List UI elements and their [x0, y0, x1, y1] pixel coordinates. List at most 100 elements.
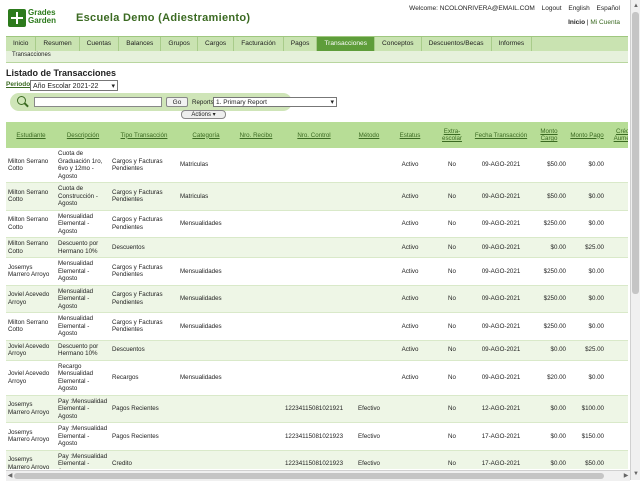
table-cell: $0.00 — [568, 257, 606, 286]
table-cell: Cargos y Facturas Pendientes — [110, 257, 178, 286]
table-cell — [234, 450, 278, 469]
table-cell: 17-AGO-2021 — [472, 450, 530, 469]
table-cell: Pay :Mensualidad Elemental - Agosto — [56, 450, 110, 469]
vertical-scroll-thumb[interactable] — [632, 12, 639, 294]
reports-select[interactable]: 1. Primary Report — [213, 97, 337, 107]
reports-label: Reports — [192, 99, 214, 106]
inicio-link[interactable]: Inicio — [568, 19, 585, 26]
actions-button[interactable]: Actions ▾ — [181, 110, 226, 119]
periodo-select[interactable]: Año Escolar 2021-22 — [30, 80, 118, 92]
horizontal-scroll-thumb[interactable] — [14, 473, 604, 479]
table-cell: Milton Serrano Cotto — [6, 182, 56, 211]
chevron-up-icon[interactable]: ▲ — [632, 2, 640, 10]
logout-link[interactable]: Logout — [542, 5, 562, 12]
table-cell: $50.00 — [530, 182, 568, 211]
chevron-left-icon[interactable]: ◀ — [6, 472, 14, 480]
table-cell: No — [432, 182, 472, 211]
table-row[interactable]: Milton Serrano Cotto Cuota de Graduación … — [6, 148, 628, 183]
table-cell — [278, 340, 350, 361]
column-header[interactable]: Monto Pago — [568, 122, 606, 148]
table-cell: $0.00 — [568, 210, 606, 238]
table-row[interactable]: Josemys Marrero Arroyo Mensualidad Elemen… — [6, 257, 628, 286]
table-row[interactable]: Milton Serrano Cotto Mensualidad Elementa… — [6, 210, 628, 238]
horizontal-scrollbar[interactable]: ◀ ▶ — [6, 470, 630, 481]
table-cell: Joviel Acevedo Arroyo — [6, 360, 56, 396]
table-cell — [234, 312, 278, 341]
column-header[interactable]: Método — [350, 122, 388, 148]
tab-transacciones[interactable]: Transacciones — [317, 37, 376, 51]
english-link[interactable]: English — [568, 5, 589, 12]
table-cell — [278, 237, 350, 258]
table-cell: Activo — [388, 182, 432, 211]
table-cell: Efectivo — [350, 395, 388, 423]
column-header[interactable]: Nro. Control — [278, 122, 350, 148]
column-header[interactable]: Descripción — [56, 122, 110, 148]
table-header-row: Estudiante Descripción Tipo Transacción Cat… — [6, 122, 628, 148]
table-cell: Cargos y Facturas Pendientes — [110, 148, 178, 183]
tab-resumen[interactable]: Resumen — [36, 37, 80, 51]
table-cell: $0 — [606, 148, 628, 183]
table-cell: $0.00 — [530, 340, 568, 361]
table-cell: Credito — [110, 450, 178, 469]
table-row[interactable]: Milton Serrano Cotto Cuota de Construcció… — [6, 182, 628, 211]
transactions-table: Estudiante Descripción Tipo Transacción Cat… — [6, 122, 628, 469]
table-cell — [278, 182, 350, 211]
table-row[interactable]: Josemys Marrero Arroyo Pay :Mensualidad E… — [6, 422, 628, 451]
table-cell: No — [432, 340, 472, 361]
column-header[interactable]: Fecha Transacción — [472, 122, 530, 148]
chevron-right-icon[interactable]: ▶ — [622, 472, 630, 480]
tab-conceptos[interactable]: Conceptos — [375, 37, 422, 51]
chevron-down-icon[interactable]: ▼ — [632, 470, 640, 478]
tab-cuentas[interactable]: Cuentas — [80, 37, 120, 51]
tab-descuentos-becas[interactable]: Descuentos/Becas — [422, 37, 492, 51]
column-header[interactable]: Tipo Transacción — [110, 122, 178, 148]
tab-balances[interactable]: Balances — [119, 37, 162, 51]
go-button[interactable]: Go — [166, 97, 188, 107]
table-cell: Efectivo — [350, 422, 388, 451]
table-row[interactable]: Josemys Marrero Arroyo Pay :Mensualidad E… — [6, 450, 628, 469]
table-cell: $0 — [606, 340, 628, 361]
tab-facturaci-n[interactable]: Facturación — [234, 37, 284, 51]
search-icon[interactable] — [17, 96, 26, 105]
table-cell: 09-AGO-2021 — [472, 257, 530, 286]
column-header[interactable]: Crédito Aumento — [606, 122, 628, 148]
column-header[interactable]: Monto Cargo — [530, 122, 568, 148]
tab-inicio[interactable]: Inicio — [6, 37, 37, 51]
table-cell: Cargos y Facturas Pendientes — [110, 182, 178, 211]
table-cell: $0.00 — [568, 360, 606, 396]
tab-pagos[interactable]: Pagos — [284, 37, 318, 51]
table-row[interactable]: Joviel Acevedo Arroyo Recargo Mensualidad… — [6, 360, 628, 396]
table-cell: $0 — [606, 182, 628, 211]
table-cell: 09-AGO-2021 — [472, 360, 530, 396]
subnav-item-transacciones[interactable]: Transacciones — [12, 52, 51, 58]
table-cell: Milton Serrano Cotto — [6, 148, 56, 183]
column-header[interactable]: Estudiante — [6, 122, 56, 148]
column-header[interactable]: Categoría — [178, 122, 234, 148]
tab-grupos[interactable]: Grupos — [161, 37, 198, 51]
table-row[interactable]: Milton Serrano Cotto Mensualidad Elementa… — [6, 312, 628, 341]
search-input[interactable] — [34, 97, 162, 107]
table-cell — [234, 360, 278, 396]
table-row[interactable]: Joviel Acevedo Arroyo Descuento por Herma… — [6, 340, 628, 361]
table-cell: $0.00 — [530, 422, 568, 451]
table-row[interactable]: Milton Serrano Cotto Descuento por Herman… — [6, 237, 628, 258]
table-row[interactable]: Joviel Acevedo Arroyo Mensualidad Element… — [6, 285, 628, 313]
column-header[interactable]: Nro. Recibo — [234, 122, 278, 148]
column-header[interactable]: Extra-escolar — [432, 122, 472, 148]
table-cell: $25.00 — [568, 237, 606, 258]
table-cell: No — [432, 257, 472, 286]
table-cell: $0.00 — [568, 285, 606, 313]
tab-cargos[interactable]: Cargos — [198, 37, 235, 51]
table-cell — [350, 257, 388, 286]
table-cell: Josemys Marrero Arroyo — [6, 450, 56, 469]
table-row[interactable]: Josemys Marrero Arroyo Pay :Mensualidad E… — [6, 395, 628, 423]
mi-cuenta-link[interactable]: Mi Cuenta — [590, 19, 620, 26]
espanol-link[interactable]: Español — [597, 5, 621, 12]
table-cell — [350, 285, 388, 313]
column-header[interactable]: Estatus — [388, 122, 432, 148]
vertical-scrollbar[interactable]: ▲ ▼ — [630, 0, 640, 480]
tab-informes[interactable]: Informes — [492, 37, 533, 51]
table-cell — [178, 237, 234, 258]
table-cell — [278, 312, 350, 341]
table-cell: Joviel Acevedo Arroyo — [6, 285, 56, 313]
